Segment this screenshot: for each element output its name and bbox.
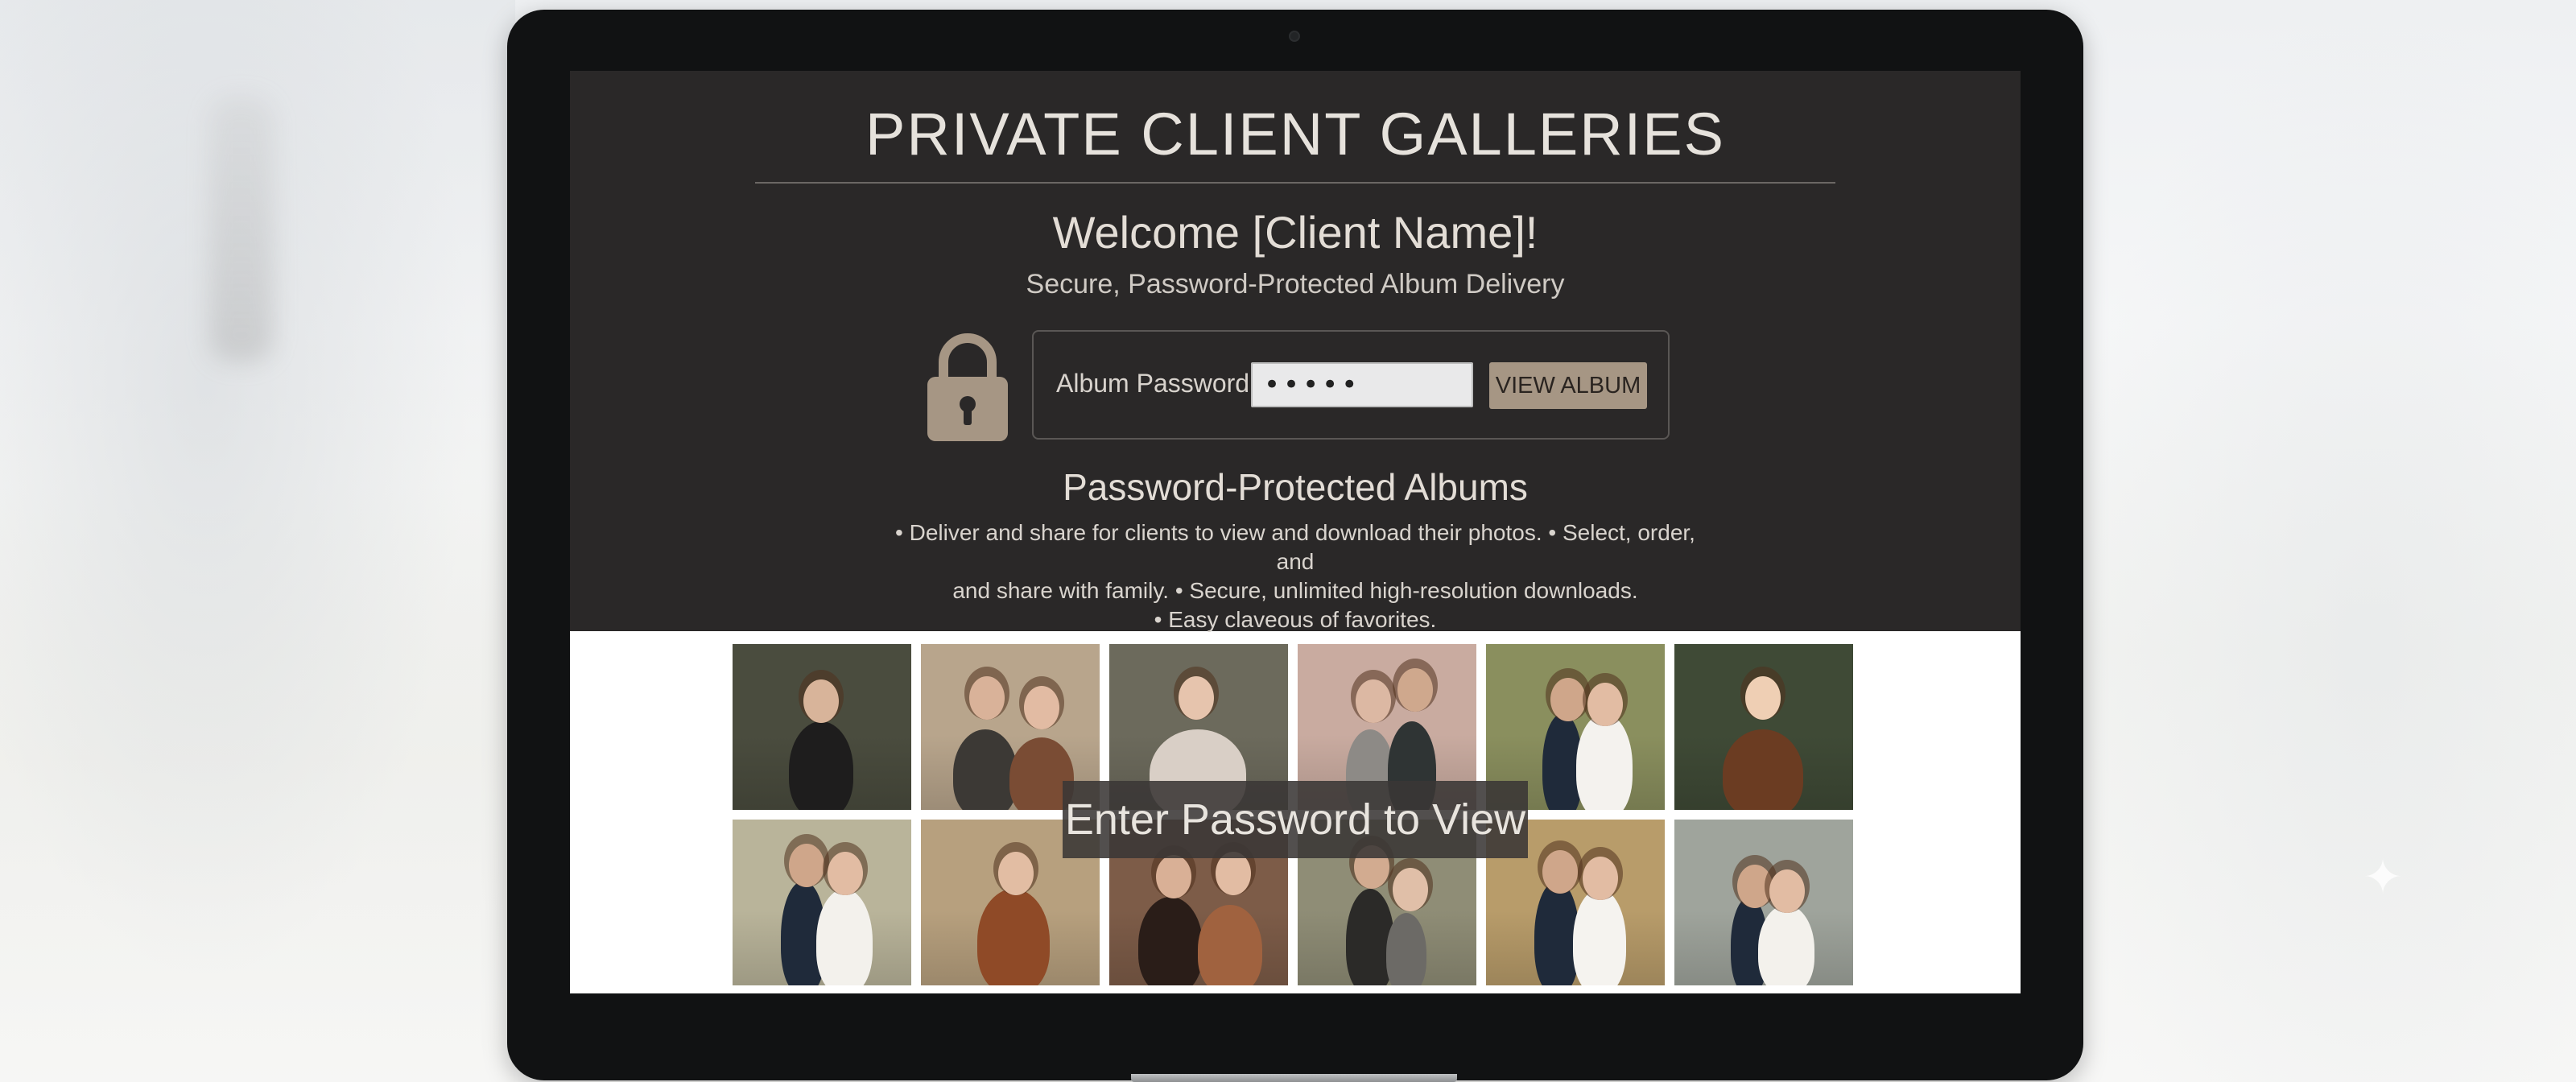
padlock-icon bbox=[927, 333, 1008, 441]
features-line-1: • Deliver and share for clients to view … bbox=[895, 520, 1695, 574]
screen: PRIVATE CLIENT GALLERIES Welcome [Client… bbox=[570, 71, 2021, 993]
background-blur-right bbox=[2061, 0, 2576, 1082]
sparkle-icon: ✦ bbox=[2362, 850, 2404, 904]
photo-figure-head bbox=[1393, 868, 1428, 911]
photo-figure bbox=[816, 889, 873, 985]
photo-figure bbox=[789, 721, 853, 810]
subtitle: Secure, Password-Protected Album Deliver… bbox=[1026, 269, 1565, 299]
welcome-heading: Welcome [Client Name]! bbox=[1052, 207, 1538, 258]
photo-figure-head bbox=[789, 844, 824, 887]
photo-figure-head bbox=[1745, 676, 1781, 720]
photo-figure bbox=[1576, 713, 1633, 810]
page-title: PRIVATE CLIENT GALLERIES bbox=[865, 101, 1725, 167]
gallery-photo[interactable] bbox=[733, 820, 911, 985]
login-panel: PRIVATE CLIENT GALLERIES Welcome [Client… bbox=[570, 71, 2021, 634]
albums-heading: Password-Protected Albums bbox=[1063, 466, 1528, 508]
monitor-stand bbox=[1131, 1074, 1457, 1082]
apple-logo-icon bbox=[1272, 1008, 1317, 1053]
photo-figure-head bbox=[1024, 686, 1059, 729]
photo-figure-head bbox=[1179, 676, 1214, 720]
photo-figure-head bbox=[1397, 668, 1433, 712]
gallery-photo[interactable] bbox=[1674, 820, 1853, 985]
photo-figure-head bbox=[998, 852, 1034, 895]
camera-icon bbox=[1289, 31, 1300, 42]
title-divider bbox=[755, 182, 1835, 184]
features-line-2: and share with family. • Secure, unlimit… bbox=[952, 578, 1638, 603]
photo-figure bbox=[953, 729, 1018, 810]
gallery-photo[interactable] bbox=[733, 644, 911, 810]
photo-figure-head bbox=[828, 852, 863, 895]
photo-figure-head bbox=[1587, 683, 1623, 726]
password-label: Album Password: bbox=[1056, 369, 1257, 398]
photo-figure bbox=[1758, 905, 1814, 985]
photo-figure bbox=[1198, 905, 1262, 985]
photo-figure-head bbox=[1356, 679, 1391, 723]
photo-figure-head bbox=[803, 679, 839, 723]
password-input[interactable] bbox=[1251, 362, 1473, 407]
features-list: • Deliver and share for clients to view … bbox=[892, 518, 1699, 634]
background-tree bbox=[209, 97, 274, 362]
photo-figure-head bbox=[1769, 869, 1805, 913]
gallery-photo[interactable] bbox=[1674, 644, 1853, 810]
photo-figure bbox=[1138, 897, 1203, 985]
photo-figure-head bbox=[1583, 857, 1618, 900]
photo-figure-head bbox=[969, 676, 1005, 720]
photo-figure bbox=[1386, 913, 1426, 985]
photo-figure-head bbox=[1737, 865, 1773, 908]
photo-figure bbox=[977, 889, 1050, 985]
password-overlay[interactable]: Enter Password to View bbox=[1063, 781, 1528, 858]
photo-figure bbox=[1723, 729, 1803, 810]
view-album-button[interactable]: VIEW ALBUM bbox=[1489, 362, 1647, 409]
photo-figure-head bbox=[1542, 850, 1578, 894]
monitor-frame: PRIVATE CLIENT GALLERIES Welcome [Client… bbox=[507, 10, 2083, 1080]
photo-figure-head bbox=[1156, 855, 1191, 898]
photo-figure-head bbox=[1216, 852, 1251, 895]
features-line-3: • Easy claveous of favorites. bbox=[1154, 607, 1437, 632]
password-form: Album Password: VIEW ALBUM bbox=[1032, 330, 1670, 440]
photo-figure-head bbox=[1550, 678, 1586, 721]
photo-figure bbox=[1573, 889, 1626, 985]
